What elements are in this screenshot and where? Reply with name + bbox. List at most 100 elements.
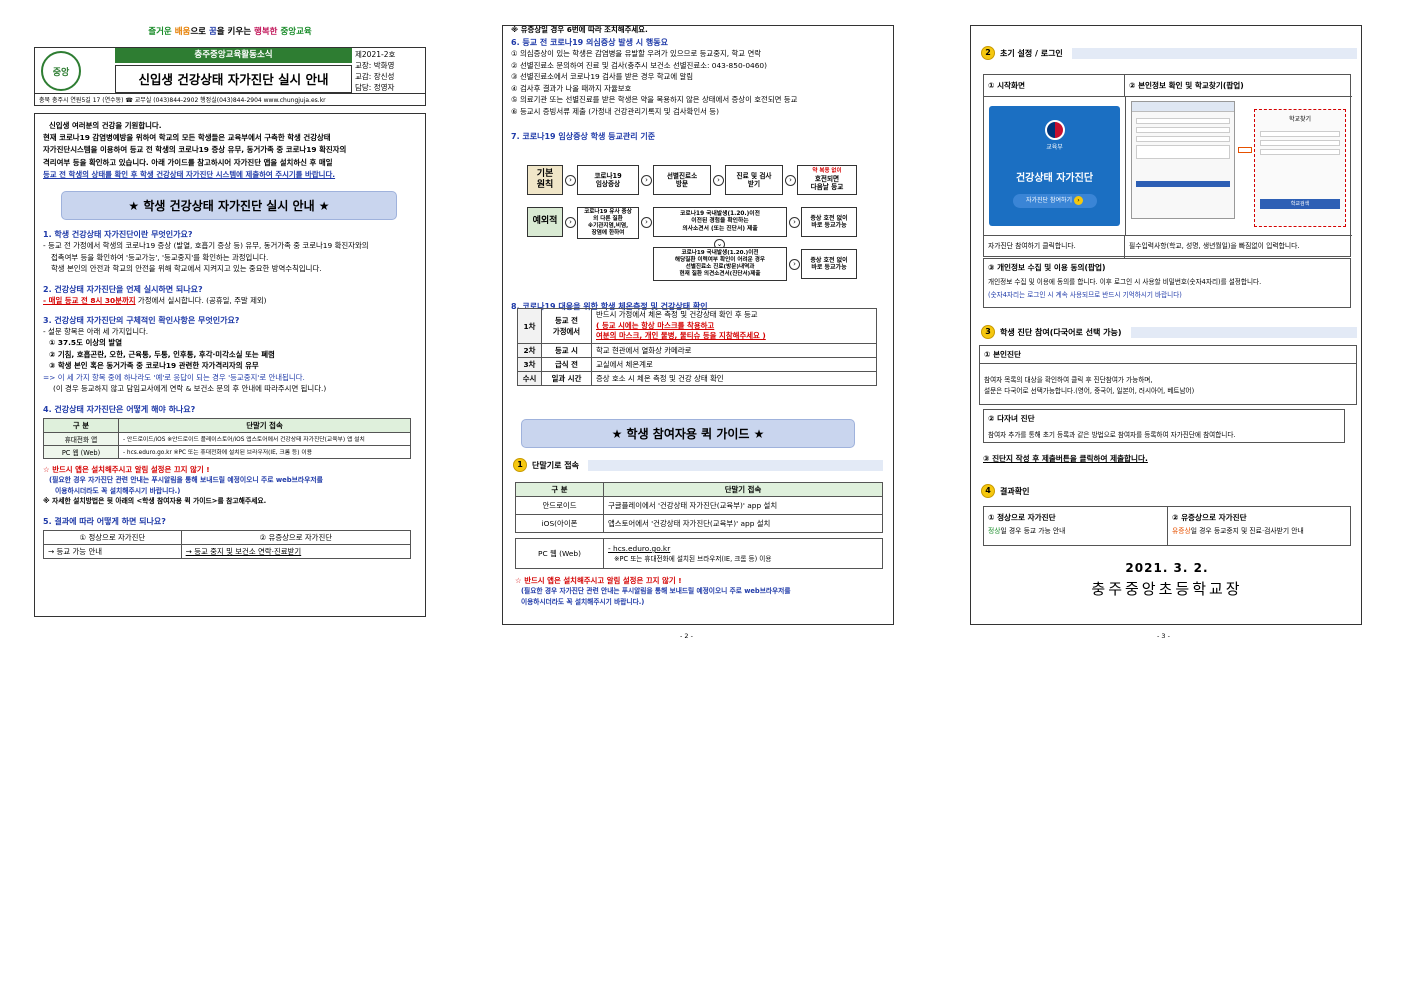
table-cell: 앱스토어에서 '건강상태 자가진단(교육부)' app 설치 [603, 514, 883, 533]
org-name: 충주중앙교육활동소식 [194, 50, 273, 60]
table-cell: 구글플레이에서 '건강상태 자가진단(교육부)' app 설치 [603, 496, 883, 515]
question-2: 2. 건강상태 자가진단을 언제 실시하면 되나요? [43, 284, 203, 294]
submit-instruction: ③ 진단지 작성 후 제출버튼을 클릭하여 제출합니다. [983, 454, 1148, 463]
step-number-icon: 4 [981, 484, 995, 498]
cell-heading: ② 다자녀 진단 [988, 414, 1035, 423]
logo-text: 중앙 [52, 67, 70, 78]
school-search-button[interactable]: 학교검색 [1260, 199, 1340, 209]
contact-line: 충북 충주시 연원5길 17 (연수동) ☎ 교무실 (043)844-2902… [34, 94, 426, 106]
table-cell: PC 웹 (Web) [515, 538, 604, 569]
table-cell: 수시 [517, 371, 542, 387]
slogan-word: 배움 [174, 27, 191, 37]
popup-field [1260, 149, 1340, 155]
issue-date: 2021. 3. 2. [1125, 561, 1209, 575]
cell-line: ※PC 또는 휴대전화에 설치된 브라우저(IE, 크롬 등) 이용 [614, 555, 772, 563]
newsletter-header: 중앙 충주중앙교육활동소식 신입생 건강상태 자가진단 실시 안내 제2021-… [34, 47, 426, 94]
question-5: 5. 결과에 따라 어떻게 하면 되나요? [43, 516, 166, 526]
section-7-heading: 7. 코로나19 임상증상 학생 등교관리 기준 [511, 132, 656, 142]
section-6-steps: ① 의심증상이 있는 학생은 감염병을 유발할 우려가 있으므로 등교중지, 학… [511, 48, 885, 117]
flow-label: 예외적 [532, 216, 558, 227]
form-field [1136, 136, 1230, 142]
question-4: 4. 건강상태 자가진단은 어떻게 해야 하나요? [43, 404, 196, 414]
cell-heading: ② 본인정보 확인 및 학교찾기(팝업) [1125, 75, 1352, 97]
warning-2: ☆ 반드시 앱은 설치해주시고 알림 설정은 끄지 않기 ! (필요한 경우 자… [515, 575, 890, 607]
school-search-popup: 학교찾기 학교검색 [1254, 109, 1346, 227]
table-header: 구 분 [43, 417, 119, 433]
table-cell: 일과 시간 [541, 371, 592, 387]
multi-child-text: 참여자 추가를 통해 초기 등록과 같은 방법으로 참여자를 등록하여 자가진단… [988, 431, 1236, 439]
privacy-text: 개인정보 수집 및 이용에 동의를 합니다. 이후 로그인 시 사용할 비밀번호… [988, 278, 1262, 286]
slogan-word: 중앙교육 [280, 27, 312, 37]
popup-field [1260, 131, 1340, 137]
flow-step: 약 복용 없이 호전되면 다음날 등교 [797, 165, 857, 195]
cut-line: ※ 유증상일 경우 6번에 따라 조치해주세요. [511, 25, 648, 34]
flow-step: 증상 호전 없이 바로 등교가능 [801, 207, 857, 237]
question-3: 3. 건강상태 자가진단의 구체적인 확인사항은 무엇인가요? [43, 315, 240, 325]
page-number-2: - 2 - [680, 632, 693, 640]
meta-line: 담당: 정영자 [355, 83, 395, 92]
intro-line: 등교 전 학생의 상태를 확인 후 학생 건강상태 자가진단 시스템에 제출하여… [43, 169, 336, 179]
flow-diagram: 기본 원칙 › 코로나19 임상증상 › 선별진료소 방문 › 진료 및 검사 … [527, 163, 867, 283]
pc-table: PC 웹 (Web) - hcs.eduro.go.kr ※PC 또는 휴대전화… [515, 538, 883, 569]
header-text: ① 정상으로 자가진단 [79, 532, 146, 542]
cell-heading: ① 시작화면 [984, 75, 1125, 97]
participate-button[interactable]: 자가진단 참여하기 › [1012, 194, 1097, 208]
step-2-heading: 2 초기 설정 / 로그인 [981, 46, 1357, 60]
answer-highlight: - 매일 등교 전 8시 30분까지 [43, 295, 136, 305]
answer-line: - 등교 전 가정에서 학생의 코로나19 증상 (발열, 호흡기 증상 등) … [43, 241, 369, 251]
answer-line: 학생 본인의 안전과 학교의 안전을 위해 학교에서 지켜지고 있는 중요한 방… [51, 264, 322, 274]
result-symptom: ② 유증상으로 자가진단 유증상일 경우 등교중지 및 진료·검사받기 안내 [1168, 507, 1350, 545]
connector-arrow-icon [1238, 147, 1252, 153]
step-line: ④ 검사후 결과가 나올 때까지 자율보호 [511, 83, 632, 93]
step-number-icon: 3 [981, 325, 995, 339]
intro-line: 현재 코로나19 감염병예방을 위하여 학교의 모든 학생들은 교육부에서 구축… [43, 133, 331, 143]
answer-1: - 등교 전 가정에서 학생의 코로나19 증상 (발열, 호흡기 증상 등) … [43, 240, 417, 274]
heading-bar [1071, 47, 1357, 59]
arrow-icon: › [641, 217, 652, 228]
flow-step: 코로나19 국내발생(1.20.)이전 해당질환 이력여부 확인이 어려운 경우… [653, 247, 787, 281]
table-cell: - 안드로이드/iOS ※안드로이드 플레이스토어/iOS 앱스토어에서 건강상… [118, 431, 411, 446]
answer-line: ① 37.5도 이상의 발열 [49, 338, 123, 348]
cell-line: 반드시 가정에서 체온 측정 및 건강상태 확인 후 등교 [596, 310, 758, 319]
table-cell: → 등교 중지 및 보건소 연락·진료받기 [180, 543, 412, 559]
result-desc: 일 경우 등교중지 및 진료·검사받기 안내 [1190, 527, 1304, 535]
table-row: iOS(아이폰 앱스토어에서 '건강상태 자가진단(교육부)' app 설치 [515, 514, 883, 533]
answer-3: - 설문 항목은 아래 세 가지입니다. ① 37.5도 이상의 발열 ② 기침… [43, 326, 417, 395]
warning-line: ☆ 반드시 앱은 설치해주시고 알림 설정은 끄지 않기 ! [43, 464, 210, 474]
result-desc: 일 경우 등교 가능 안내 [1000, 527, 1066, 535]
table-cell: iOS(아이폰 [515, 514, 604, 533]
answer-note: => 이 세 가지 항목 중에 하나라도 '예'로 응답이 되는 경우 '등교중… [43, 372, 305, 382]
arrow-right-icon: › [1074, 196, 1083, 205]
form-field [1136, 145, 1230, 159]
arrow-icon: › [713, 175, 724, 186]
form-screenshot [1131, 101, 1235, 219]
multi-child-box: ② 다자녀 진단 참여자 추가를 통해 초기 등록과 같은 방법으로 참여자를 … [983, 409, 1345, 443]
body-box: 신입생 여러분의 건강을 기원합니다. 현재 코로나19 감염병예방을 위하여 … [34, 113, 426, 617]
cell-heading: ① 본인진단 [980, 346, 1356, 364]
form-field [1136, 127, 1230, 133]
table-row: 수시 일과 시간 증상 호소 시 체온 측정 및 건강 상태 확인 [517, 371, 877, 387]
slogan-word: 꿈 [208, 27, 217, 37]
text-line: 참여자 목록의 대상을 확인하여 클릭 후 진단참여가 가능하며, [984, 376, 1153, 384]
arrow-icon: › [565, 175, 576, 186]
form-field [1136, 118, 1230, 124]
step-line: ⑤ 의료기관 또는 선별진료를 받은 학생은 약을 복용하지 않은 상태에서 증… [511, 95, 798, 105]
flow-text: 코로나19 임상증상 [594, 171, 622, 188]
table-cell: 급식 전 [541, 357, 592, 373]
answer-2: - 매일 등교 전 8시 30분까지 가정에서 실시합니다. (공휴일, 주말 … [43, 295, 417, 306]
ministry-emblem-icon [1044, 120, 1065, 140]
school-logo: 중앙 [41, 51, 81, 91]
answer-line: ③ 학생 본인 혹은 동거가족 중 코로나19 관련한 자가격리자의 유무 [49, 361, 259, 371]
flow-text: 진료 및 검사 받기 [736, 171, 772, 188]
intro-line: 격리여부 등을 확인하고 있습니다. 아래 가이드를 참고하시어 자가진단 앱을… [43, 157, 333, 167]
answer-note: (이 경우 등교하지 않고 담임교사에게 연락 & 보건소 문의 후 안내에 따… [53, 384, 327, 394]
phone-app-title: 건강상태 자가진단 [1015, 173, 1094, 184]
table-cell: 1차 [517, 307, 542, 345]
table-cell: 안드로이드 [515, 496, 604, 515]
table-header: 단말기 접속 [118, 417, 411, 433]
step-title: 학생 진단 참여(다국어로 선택 가능) [1000, 327, 1122, 337]
ministry-label: 교육부 [1046, 144, 1063, 151]
slogan: 즐거운 배움으로 꿈을 키우는 행복한 중앙교육 [34, 25, 426, 41]
arrow-icon: › [789, 217, 800, 228]
page-number-3: - 3 - [1157, 632, 1170, 640]
